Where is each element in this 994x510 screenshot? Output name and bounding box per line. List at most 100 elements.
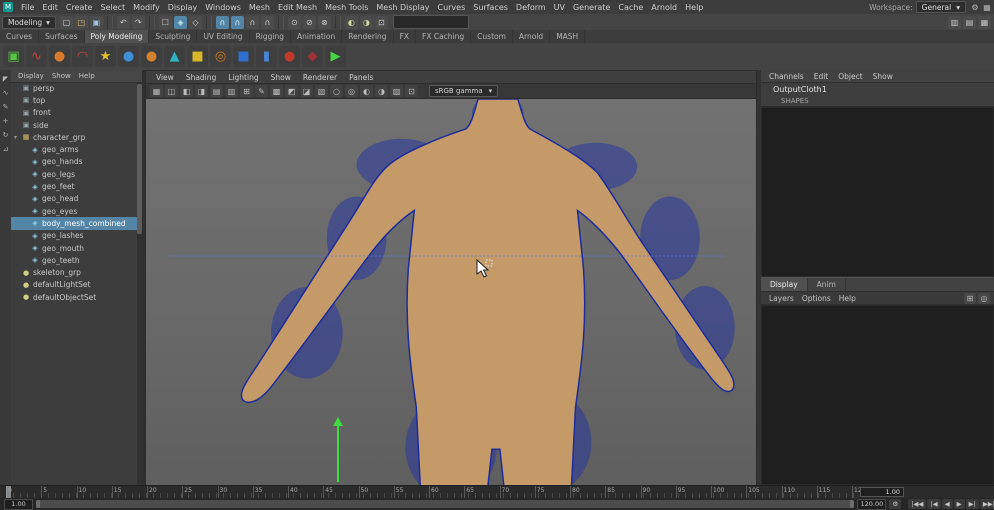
outliner-item-body-mesh-combined[interactable]: ◈ body_mesh_combined bbox=[11, 217, 137, 230]
scale-tool[interactable]: ⊿ bbox=[0, 142, 11, 156]
menu-curves[interactable]: Curves bbox=[433, 3, 469, 12]
ao-icon[interactable]: ⊡ bbox=[405, 85, 418, 97]
panel-menu-view[interactable]: View bbox=[150, 73, 180, 82]
snap-to-plane-icon[interactable]: ∩ bbox=[260, 15, 274, 29]
outliner-item-geo-lashes[interactable]: ◈ geo_lashes bbox=[11, 230, 137, 242]
outliner-item-geo-eyes[interactable]: ◈ geo_eyes bbox=[11, 205, 137, 217]
step-back-frame-button[interactable]: ◀ bbox=[941, 499, 953, 509]
film-gate-icon[interactable]: ◩ bbox=[285, 85, 298, 97]
shelf-poly-cone-icon[interactable]: ▲ bbox=[164, 46, 185, 67]
undo-icon[interactable]: ↶ bbox=[116, 15, 130, 29]
shelf-tab-rigging[interactable]: Rigging bbox=[250, 30, 291, 43]
outliner-item-geo-legs[interactable]: ◈ geo_legs bbox=[11, 168, 137, 180]
menu-deform[interactable]: Deform bbox=[512, 3, 550, 12]
range-end-field[interactable]: 120.00 bbox=[857, 498, 887, 510]
go-to-end-button[interactable]: ▶▶| bbox=[979, 499, 994, 509]
view-transform-dropdown[interactable]: sRGB gamma ▾ bbox=[429, 85, 499, 97]
outliner-menu-display[interactable]: Display bbox=[14, 72, 48, 80]
tool-settings-toggle-icon[interactable]: ▤ bbox=[963, 15, 976, 29]
camera-attributes-icon[interactable]: ◧ bbox=[180, 85, 193, 97]
outliner-item-top[interactable]: ▣ top bbox=[11, 94, 137, 106]
shelf-poly-cube-icon[interactable]: ■ bbox=[233, 46, 254, 67]
menu-edit-mesh[interactable]: Edit Mesh bbox=[274, 3, 321, 12]
menu-modify[interactable]: Modify bbox=[129, 3, 164, 12]
layer-menu-help[interactable]: Help bbox=[835, 294, 860, 303]
shelf-tab-curves[interactable]: Curves bbox=[0, 30, 40, 43]
range-handle-right[interactable] bbox=[850, 500, 855, 508]
step-back-key-button[interactable]: |◀ bbox=[927, 499, 941, 509]
step-forward-key-button[interactable]: ▶| bbox=[965, 499, 979, 509]
layer-tab-anim[interactable]: Anim bbox=[808, 278, 846, 291]
shelf-poly-cylinder-icon[interactable]: ▮ bbox=[256, 46, 277, 67]
viewport-canvas[interactable] bbox=[146, 99, 756, 486]
grease-pencil-icon[interactable]: ✎ bbox=[255, 85, 268, 97]
shelf-assign-material-icon[interactable]: ◆ bbox=[302, 46, 323, 67]
menu-select[interactable]: Select bbox=[96, 3, 129, 12]
shaded-icon[interactable]: ◎ bbox=[345, 85, 358, 97]
lights-icon[interactable]: ◑ bbox=[375, 85, 388, 97]
range-handle-left[interactable] bbox=[36, 500, 40, 508]
shelf-tab-surfaces[interactable]: Surfaces bbox=[39, 30, 85, 43]
outliner-item-character-grp[interactable]: ▾ ▦ character_grp bbox=[11, 131, 137, 143]
shadows-icon[interactable]: ▨ bbox=[390, 85, 403, 97]
translate-y-manipulator-icon[interactable] bbox=[333, 417, 343, 426]
go-to-start-button[interactable]: |◀◀ bbox=[908, 499, 927, 509]
select-camera-icon[interactable]: ▦ bbox=[150, 85, 163, 97]
menu-surfaces[interactable]: Surfaces bbox=[469, 3, 512, 12]
playback-range[interactable] bbox=[40, 500, 851, 508]
layout-icon[interactable]: ▦ bbox=[981, 1, 993, 13]
gate-mask-icon[interactable]: ▧ bbox=[315, 85, 328, 97]
channel-box-menu-edit[interactable]: Edit bbox=[809, 72, 834, 81]
outliner-item-geo-teeth[interactable]: ◈ geo_teeth bbox=[11, 254, 137, 266]
snap-to-grid-icon[interactable]: ∩ bbox=[215, 15, 229, 29]
shelf-poly-torus-icon[interactable]: ◎ bbox=[210, 46, 231, 67]
shelf-tab-custom[interactable]: Custom bbox=[471, 30, 513, 43]
outliner-menu-show[interactable]: Show bbox=[48, 72, 75, 80]
textured-icon[interactable]: ◐ bbox=[360, 85, 373, 97]
menu-mesh-display[interactable]: Mesh Display bbox=[372, 3, 433, 12]
shelf-tab-fx-caching[interactable]: FX Caching bbox=[416, 30, 472, 43]
attribute-editor-toggle-icon[interactable]: ▥ bbox=[948, 15, 961, 29]
snap-to-point-icon[interactable]: ∩ bbox=[245, 15, 259, 29]
menu-create[interactable]: Create bbox=[62, 3, 97, 12]
shelf-tab-sculpting[interactable]: Sculpting bbox=[149, 30, 198, 43]
save-scene-icon[interactable]: ▣ bbox=[89, 15, 103, 29]
output-connection-icon[interactable]: ⊘ bbox=[302, 15, 316, 29]
body-mesh-figure[interactable] bbox=[216, 99, 736, 486]
expand-arrow-icon[interactable]: ▾ bbox=[14, 134, 21, 141]
new-empty-layer-icon[interactable]: ◎ bbox=[978, 292, 990, 304]
shelf-tab-arnold[interactable]: Arnold bbox=[513, 30, 551, 43]
panel-menu-lighting[interactable]: Lighting bbox=[222, 73, 264, 82]
layer-menu-layers[interactable]: Layers bbox=[765, 294, 798, 303]
outliner-menu-help[interactable]: Help bbox=[75, 72, 99, 80]
shelf-curve-tool-icon[interactable]: ∿ bbox=[26, 46, 47, 67]
shelf-poly-sphere-icon[interactable]: ● bbox=[118, 46, 139, 67]
grid-icon[interactable]: ▩ bbox=[270, 85, 283, 97]
channel-box-toggle-icon[interactable]: ▦ bbox=[978, 15, 991, 29]
shelf-grid-snap-icon[interactable]: ▣ bbox=[3, 46, 24, 67]
shelf-tab-uv-editing[interactable]: UV Editing bbox=[197, 30, 250, 43]
shelf-arc-tool-icon[interactable]: ◠ bbox=[72, 46, 93, 67]
current-frame-field[interactable]: 1.00 bbox=[860, 487, 904, 497]
menu-edit[interactable]: Edit bbox=[38, 3, 62, 12]
workspace-dropdown[interactable]: General ▾ bbox=[915, 1, 966, 13]
select-object-icon[interactable]: ◈ bbox=[173, 15, 187, 29]
perspective-viewport[interactable]: View Shading Lighting Show Renderer Panels ▦ ◫… bbox=[145, 70, 757, 486]
render-current-frame-icon[interactable]: ◐ bbox=[344, 15, 358, 29]
outliner-item-defaultlightset[interactable]: ● defaultLightSet bbox=[11, 279, 137, 291]
channel-box-menu-channels[interactable]: Channels bbox=[764, 72, 809, 81]
shelf-nurbs-sphere-icon[interactable]: ● bbox=[49, 46, 70, 67]
menu-display[interactable]: Display bbox=[164, 3, 202, 12]
channel-box-object-name[interactable]: OutputCloth1 bbox=[761, 83, 994, 95]
range-start-field[interactable]: 1.00 bbox=[4, 498, 33, 510]
outliner-item-defaultobjectset[interactable]: ● defaultObjectSet bbox=[11, 291, 137, 303]
snap-to-curve-icon[interactable]: ∩ bbox=[230, 15, 244, 29]
panel-menu-panels[interactable]: Panels bbox=[343, 73, 379, 82]
menu-uv[interactable]: UV bbox=[550, 3, 569, 12]
ipr-render-icon[interactable]: ◑ bbox=[359, 15, 373, 29]
outliner-item-front[interactable]: ▣ front bbox=[11, 107, 137, 119]
shelf-tab-poly-modeling[interactable]: Poly Modeling bbox=[84, 30, 150, 43]
layer-tab-display[interactable]: Display bbox=[761, 278, 808, 291]
shelf-play-script-icon[interactable]: ▶ bbox=[325, 46, 346, 67]
select-tool[interactable]: ◤ bbox=[0, 72, 11, 86]
